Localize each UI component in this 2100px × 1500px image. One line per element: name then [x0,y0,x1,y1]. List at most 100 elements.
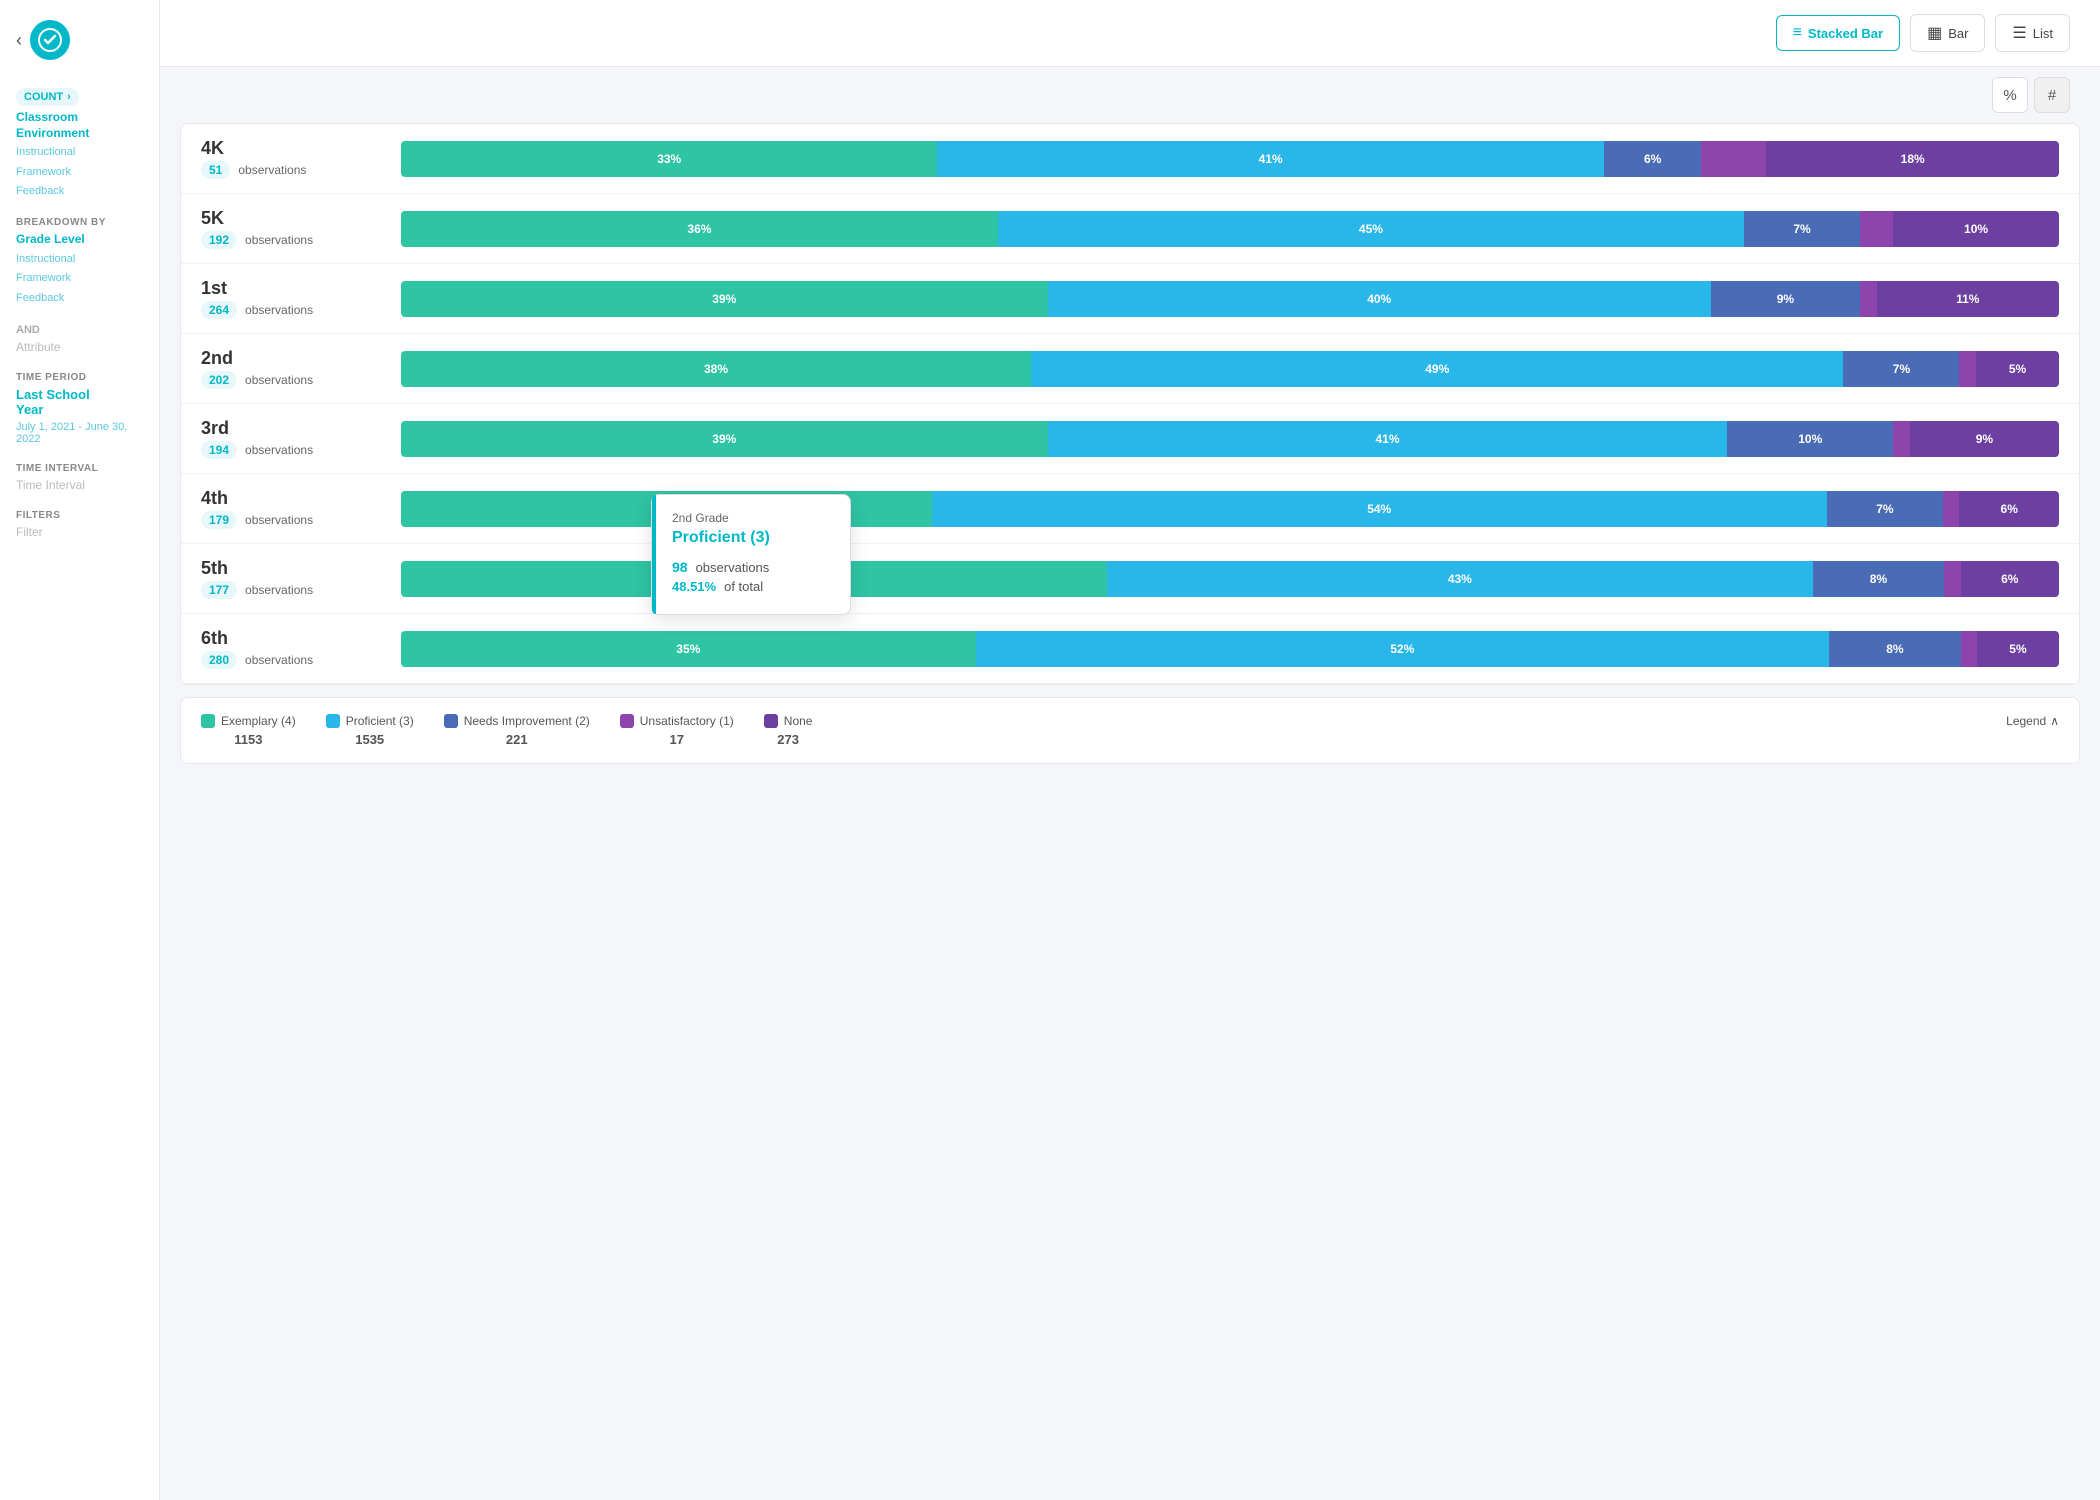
bar-icon: ▦ [1927,23,1942,43]
chart-row: 6th280observations35%52%8% 5% [181,614,2079,684]
bar-segment[interactable] [1860,281,1877,317]
bar-segment[interactable] [1944,561,1960,597]
stacked-bar-button[interactable]: ≡ Stacked Bar [1776,15,1901,51]
obs-area: 179observations [201,511,401,529]
main-area: ≡ Stacked Bar ▦ Bar ☰ List % # 4K51obser… [160,0,2100,1500]
grade-label: 5th [201,558,401,579]
grade-label: 4K [201,138,401,159]
attribute-label[interactable]: Attribute [16,340,143,354]
legend-item: None 273 [764,714,813,747]
measure-link[interactable]: Classroom Environment [16,110,143,141]
obs-area: 280observations [201,651,401,669]
legend-item: Proficient (3)1535 [326,714,414,747]
stacked-bar-icon: ≡ [1793,24,1802,42]
bar-segment[interactable] [1959,351,1976,387]
bar-segment[interactable] [1701,141,1766,177]
bar-segment[interactable]: 39% [401,281,1048,317]
obs-count: 192 [201,231,237,249]
bar-segment[interactable]: 5% [1977,631,2059,667]
tooltip-grade: 2nd Grade [672,511,830,525]
bar-segment[interactable]: 36% [401,211,998,247]
grade-label: 5K [201,208,401,229]
measure-sublink-3[interactable]: Feedback [16,184,143,199]
breakdown-sub-2[interactable]: Framework [16,271,143,286]
bar-segment[interactable]: 18% [1766,141,2059,177]
bar-segment[interactable] [1893,421,1910,457]
bar-segment[interactable] [1943,491,1960,527]
percent-button[interactable]: % [1992,77,2028,113]
bar-segment[interactable]: 6% [1961,561,2059,597]
bar-area: 39%40%9% 11% [401,281,2059,317]
measure-sublink-1[interactable]: Instructional [16,145,143,160]
obs-count: 51 [201,161,230,179]
bar-segment[interactable]: 33% [401,141,937,177]
bar-segment[interactable]: 7% [1843,351,1959,387]
obs-label: observations [245,303,313,317]
legend-toggle[interactable]: Legend ∧ [2006,714,2059,728]
bar-area: 35%52%8% 5% [401,631,2059,667]
legend-count: 221 [506,732,528,747]
bar-segment[interactable]: 10% [1893,211,2059,247]
grade-label: 2nd [201,348,401,369]
legend-item: Exemplary (4)1153 [201,714,296,747]
chart-row: 5K192observations36%45%7% 10% [181,194,2079,264]
tooltip-obs-label: observations [696,560,770,575]
bar-segment[interactable]: 52% [976,631,1830,667]
bar-segment[interactable]: 6% [1604,141,1702,177]
bar-segment[interactable]: 8% [1829,631,1960,667]
back-arrow[interactable]: ‹ [16,30,22,51]
legend-dot-row: Needs Improvement (2) [444,714,590,728]
breakdown-sub-1[interactable]: Instructional [16,252,143,267]
time-interval-value[interactable]: Time Interval [16,478,143,492]
bar-segment[interactable]: 7% [1744,211,1860,247]
bar-segment[interactable]: 45% [998,211,1744,247]
bar-area: 43%43%8%6% [401,561,2059,597]
filter-value[interactable]: Filter [16,525,143,539]
bar-segment[interactable]: 41% [1048,421,1728,457]
list-button[interactable]: ☰ List [1995,14,2070,52]
bar-segment[interactable]: 40% [1048,281,1711,317]
percent-label: % [2003,87,2016,104]
measure-sublink-2[interactable]: Framework [16,165,143,180]
chart-row: 1st264observations39%40%9%11% [181,264,2079,334]
legend-dot [444,714,458,728]
bar-segment[interactable]: 49% [1031,351,1843,387]
hash-button[interactable]: # [2034,77,2070,113]
bar-segment[interactable]: 8% [1813,561,1944,597]
list-label: List [2033,26,2053,41]
bar-segment[interactable]: 43% [1107,561,1813,597]
bar-segment[interactable]: 35% [401,631,976,667]
bar-segment[interactable]: 9% [1910,421,2059,457]
time-period-label: TIME PERIOD [16,372,143,383]
breakdown-sub-3[interactable]: Feedback [16,291,143,306]
bar-segment[interactable]: 41% [937,141,1603,177]
bar-segment[interactable]: 39% [401,421,1048,457]
stacked-bar-label: Stacked Bar [1808,26,1883,41]
row-label-area: 5K192observations [201,208,401,249]
bar-segment[interactable]: 54% [932,491,1827,527]
bar-segment[interactable]: 11% [1877,281,2059,317]
bar-button[interactable]: ▦ Bar [1910,14,1985,52]
bar-segment[interactable] [1860,211,1893,247]
bar-area: 32%54%7%6% [401,491,2059,527]
legend-count: 273 [777,732,799,747]
time-period-value[interactable]: Last SchoolYear [16,387,143,417]
and-label: AND [16,324,143,336]
breakdown-value[interactable]: Grade Level [16,232,143,248]
row-label-area: 4th 179observations [201,488,401,529]
obs-area: 51observations [201,161,401,179]
legend-name: None [784,714,813,728]
bar-segment[interactable]: 6% [1959,491,2058,527]
bar-segment[interactable]: 7% [1827,491,1943,527]
bar-segment[interactable]: 5% [1976,351,2059,387]
grade-label: 4th [201,488,401,509]
count-tag[interactable]: COUNT › [16,88,79,106]
bar-segment[interactable] [1961,631,1977,667]
legend-name: Exemplary (4) [221,714,296,728]
row-label-area: 6th280observations [201,628,401,669]
count-label: COUNT [24,91,63,103]
bar-segment[interactable]: 10% [1727,421,1893,457]
bar-label: Bar [1948,26,1968,41]
bar-segment[interactable]: 38% [401,351,1031,387]
bar-segment[interactable]: 9% [1711,281,1860,317]
